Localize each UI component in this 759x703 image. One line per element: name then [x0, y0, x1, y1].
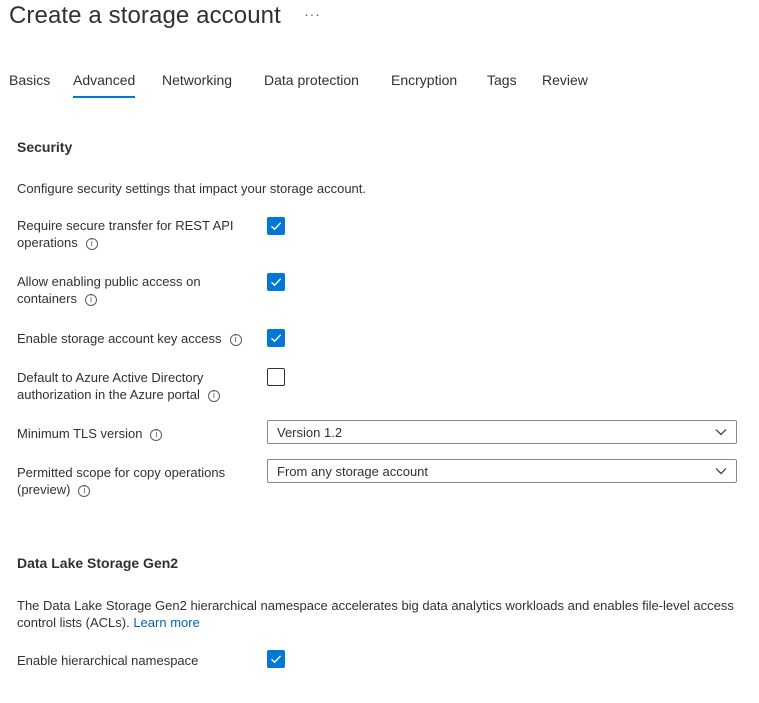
tab-label: Encryption: [391, 72, 458, 88]
security-description: Configure security settings that impact …: [17, 181, 367, 196]
tab-encryption[interactable]: Encryption: [391, 72, 457, 88]
tab-label: Review: [542, 72, 588, 88]
copy-scope-dropdown[interactable]: From any storage account: [267, 459, 737, 483]
key-access-checkbox[interactable]: [267, 329, 285, 347]
datalake-heading: Data Lake Storage Gen2: [17, 555, 179, 571]
tab-label: Advanced: [73, 72, 136, 88]
label-text: Enable storage account key access: [17, 331, 222, 346]
tab-review[interactable]: Review: [542, 72, 588, 88]
tab-tags[interactable]: Tags: [487, 72, 517, 88]
label-text: Require secure transfer for REST API ope…: [17, 218, 234, 250]
copy-scope-label: Permitted scope for copy operations (pre…: [17, 464, 247, 498]
info-icon[interactable]: i: [78, 485, 91, 497]
tab-basics[interactable]: Basics: [9, 72, 50, 88]
tab-label: Basics: [9, 72, 51, 88]
info-icon[interactable]: i: [150, 429, 163, 441]
tls-label: Minimum TLS version i: [17, 425, 247, 442]
label-text: Default to Azure Active Directory author…: [17, 370, 204, 402]
checkmark-icon: [271, 278, 282, 287]
datalake-description: The Data Lake Storage Gen2 hierarchical …: [17, 597, 737, 631]
label-text: Permitted scope for copy operations (pre…: [17, 465, 226, 497]
info-icon[interactable]: i: [84, 294, 97, 306]
page-title: Create a storage account: [9, 2, 281, 29]
checkmark-icon: [271, 655, 282, 664]
chevron-down-icon: [715, 429, 727, 436]
chevron-down-icon: [715, 468, 727, 475]
active-tab-indicator: [73, 96, 136, 98]
more-options-icon[interactable]: ···: [304, 6, 321, 22]
tls-version-dropdown[interactable]: Version 1.2: [267, 420, 737, 444]
hns-checkbox[interactable]: [267, 650, 285, 668]
public-access-label: Allow enabling public access on containe…: [17, 273, 247, 307]
description-text: The Data Lake Storage Gen2 hierarchical …: [17, 598, 734, 630]
key-access-label: Enable storage account key access i: [17, 330, 262, 347]
aad-default-checkbox[interactable]: [267, 368, 285, 386]
info-icon[interactable]: i: [207, 390, 220, 402]
checkmark-icon: [271, 222, 282, 231]
tab-label: Data protection: [264, 72, 359, 88]
secure-transfer-label: Require secure transfer for REST API ope…: [17, 217, 247, 251]
tab-advanced[interactable]: Advanced: [73, 72, 136, 98]
tab-networking[interactable]: Networking: [162, 72, 232, 88]
public-access-checkbox[interactable]: [267, 273, 285, 291]
aad-default-label: Default to Azure Active Directory author…: [17, 369, 242, 403]
security-heading: Security: [17, 139, 73, 155]
dropdown-value: Version 1.2: [277, 425, 343, 440]
learn-more-link[interactable]: Learn more: [133, 615, 199, 630]
secure-transfer-checkbox[interactable]: [267, 217, 285, 235]
dropdown-value: From any storage account: [277, 464, 429, 479]
checkmark-icon: [271, 334, 282, 343]
tab-data-protection[interactable]: Data protection: [264, 72, 359, 88]
tab-label: Networking: [162, 72, 233, 88]
label-text: Minimum TLS version: [17, 426, 143, 441]
label-text: Allow enabling public access on containe…: [17, 274, 201, 306]
tab-label: Tags: [487, 72, 517, 88]
hns-label: Enable hierarchical namespace: [17, 653, 199, 668]
info-icon[interactable]: i: [229, 334, 242, 346]
info-icon[interactable]: i: [85, 238, 98, 250]
